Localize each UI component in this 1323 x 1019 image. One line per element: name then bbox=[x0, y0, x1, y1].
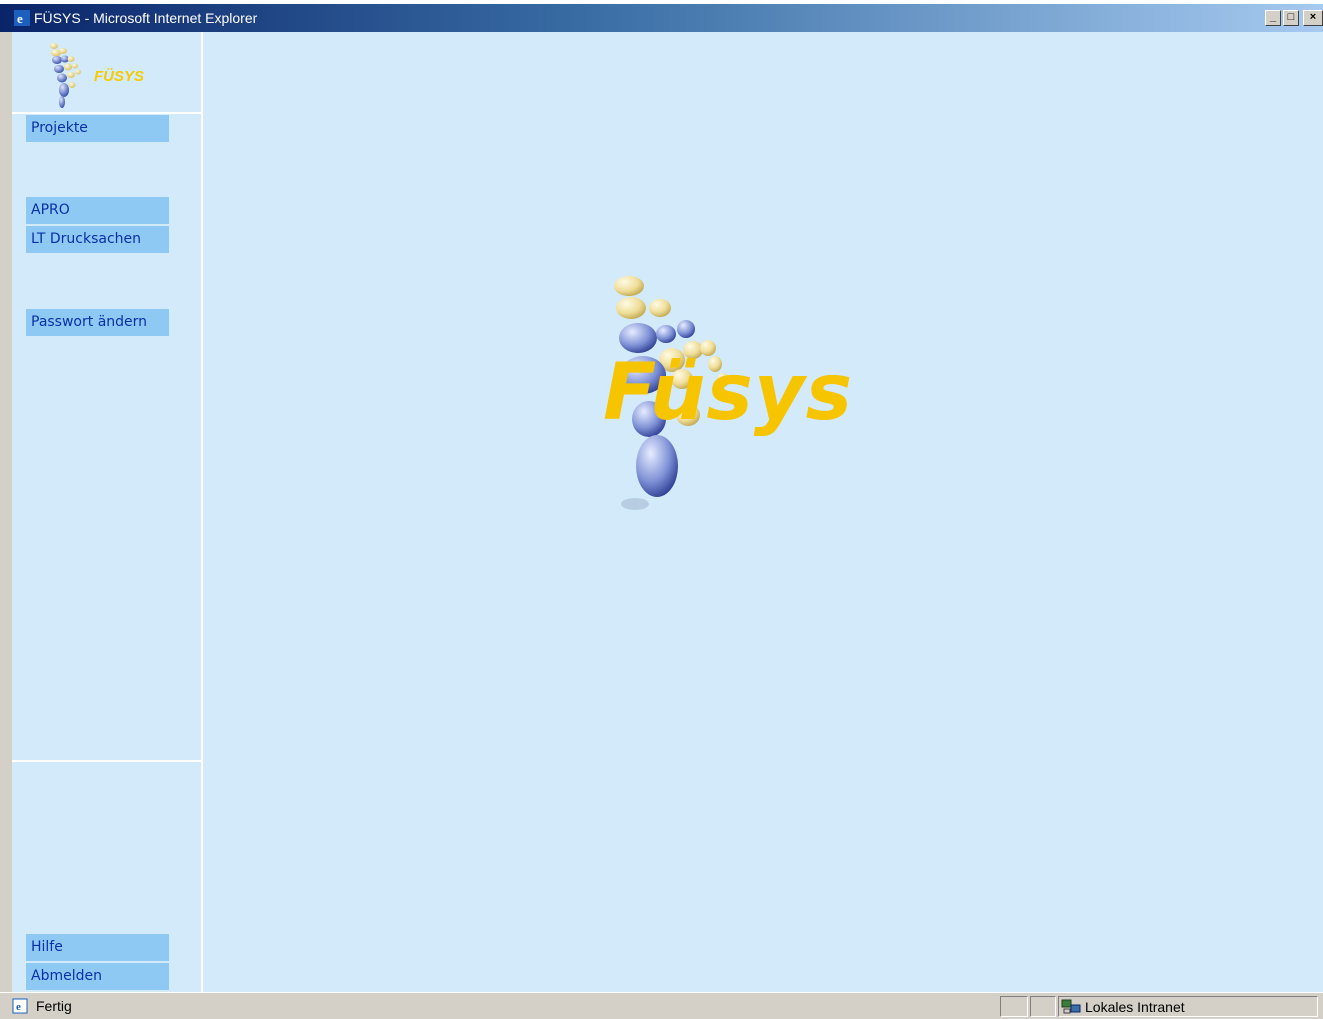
window-title: FÜSYS - Microsoft Internet Explorer bbox=[34, 10, 258, 26]
ie-icon: e bbox=[14, 10, 30, 26]
nav-hilfe[interactable]: Hilfe bbox=[26, 934, 169, 961]
status-text: Fertig bbox=[36, 998, 72, 1014]
close-button[interactable]: × bbox=[1303, 10, 1323, 26]
nav-projekte[interactable]: Projekte bbox=[26, 115, 169, 142]
sidebar-divider bbox=[12, 760, 201, 762]
sidebar-logo-text: FÜSYS bbox=[94, 68, 145, 85]
maximize-button[interactable]: □ bbox=[1283, 10, 1299, 26]
status-pane bbox=[1030, 996, 1056, 1017]
brand-text: Füsys bbox=[603, 348, 854, 438]
status-bar: e Fertig Lokales Intranet bbox=[0, 992, 1323, 1019]
status-pane bbox=[1000, 996, 1028, 1017]
main-content: Füsys bbox=[203, 32, 1323, 992]
nav-abmelden[interactable]: Abmelden bbox=[26, 963, 169, 990]
nav-passwort-aendern[interactable]: Passwort ändern bbox=[26, 309, 169, 336]
sidebar-logo: FÜSYS bbox=[12, 32, 201, 114]
zone-pane[interactable]: Lokales Intranet bbox=[1058, 996, 1318, 1017]
page-icon: e bbox=[12, 998, 28, 1014]
intranet-icon bbox=[1061, 999, 1081, 1014]
nav-apro[interactable]: APRO bbox=[26, 197, 169, 224]
window-frame bbox=[0, 32, 12, 992]
nav-lt-drucksachen[interactable]: LT Drucksachen bbox=[26, 226, 169, 253]
zone-text: Lokales Intranet bbox=[1085, 999, 1185, 1015]
svg-text:e: e bbox=[17, 11, 23, 26]
svg-text:e: e bbox=[16, 1001, 21, 1013]
sidebar: FÜSYS Projekte APRO LT Drucksachen Passw… bbox=[12, 32, 203, 992]
main-logo: Füsys bbox=[593, 268, 903, 518]
title-bar[interactable]: e FÜSYS - Microsoft Internet Explorer _ … bbox=[0, 4, 1323, 32]
minimize-button[interactable]: _ bbox=[1265, 10, 1281, 26]
